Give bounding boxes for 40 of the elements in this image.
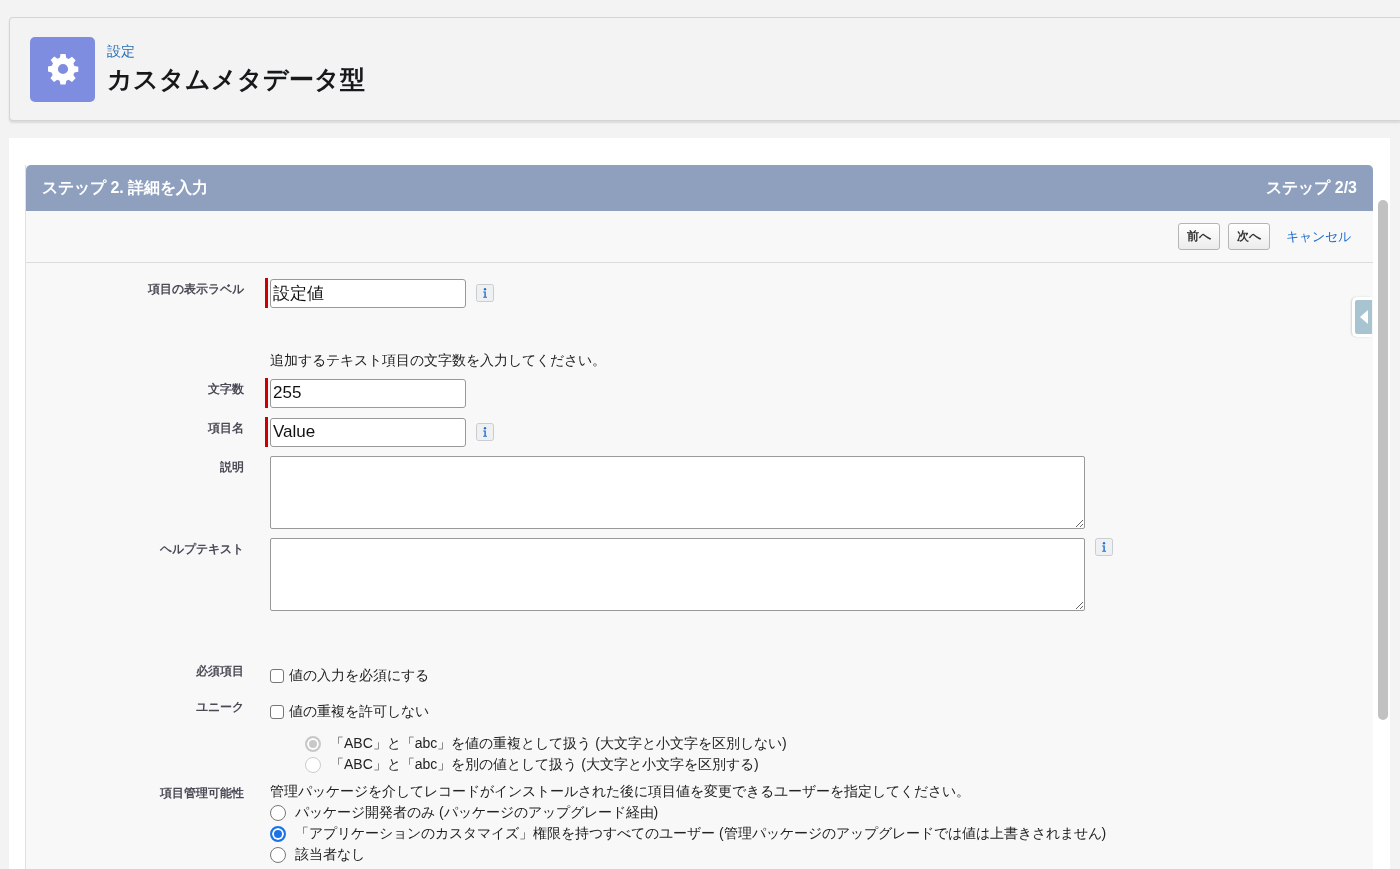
step-title: ステップ 2. 詳細を入力	[42, 177, 209, 198]
radio-label: 該当者なし	[295, 846, 365, 864]
info-icon[interactable]	[476, 284, 494, 302]
radio-button[interactable]	[270, 805, 286, 821]
field-label: 項目管理可能性	[160, 786, 244, 800]
checkbox[interactable]	[270, 705, 284, 719]
checkbox[interactable]	[270, 669, 284, 683]
field-label: ヘルプテキスト	[160, 542, 244, 556]
field-label: 必須項目	[196, 664, 244, 678]
info-icon[interactable]	[1095, 538, 1113, 556]
radio-label: パッケージ開発者のみ (パッケージのアップグレード経由)	[295, 804, 659, 822]
page-title: カスタムメタデータ型	[107, 63, 365, 95]
radio-button[interactable]	[270, 847, 286, 863]
instruction-text: 管理パッケージを介してレコードがインストールされた後に項目値を変更できるユーザーを指定してください。	[270, 783, 971, 801]
radio-label: 「ABC」と「abc」を値の重複として扱う (大文字と小文字を区別しない)	[330, 735, 787, 753]
breadcrumb-link[interactable]: 設定	[107, 42, 365, 61]
radio-label: 「ABC」と「abc」を別の値として扱う (大文字と小文字を区別する)	[330, 756, 759, 774]
checkbox-label: 値の入力を必須にする	[289, 667, 429, 685]
field-label: 項目名	[208, 421, 244, 435]
settings-icon	[30, 36, 95, 102]
field-label: ユニーク	[196, 700, 244, 714]
radio-label: 「アプリケーションのカスタマイズ」権限を持つすべてのユーザー (管理パッケージのアップグレードでは値は上書きされません)	[295, 825, 1107, 843]
scrollbar[interactable]	[1378, 200, 1388, 720]
radio-button[interactable]	[270, 826, 286, 842]
sidebar-toggle-handle[interactable]	[1352, 297, 1372, 337]
text-field[interactable]: 255	[270, 378, 466, 408]
info-icon[interactable]	[476, 423, 494, 441]
checkbox-label: 値の重複を許可しない	[289, 703, 429, 721]
text-area[interactable]	[270, 538, 1085, 611]
nav-button[interactable]: 次へ	[1228, 223, 1270, 250]
text-field[interactable]: 設定値	[270, 278, 466, 308]
nav-button[interactable]: 前へ	[1178, 223, 1220, 250]
field-label: 説明	[220, 460, 244, 474]
text-area[interactable]	[270, 456, 1085, 529]
field-label: 項目の表示ラベル	[148, 282, 244, 296]
cancel-link[interactable]: キャンセル	[1286, 227, 1351, 246]
instruction-text: 追加するテキスト項目の文字数を入力してください。	[270, 352, 606, 370]
text-field[interactable]: Value	[270, 417, 466, 447]
step-counter: ステップ 2/3	[1266, 177, 1357, 198]
field-label: 文字数	[208, 382, 244, 396]
